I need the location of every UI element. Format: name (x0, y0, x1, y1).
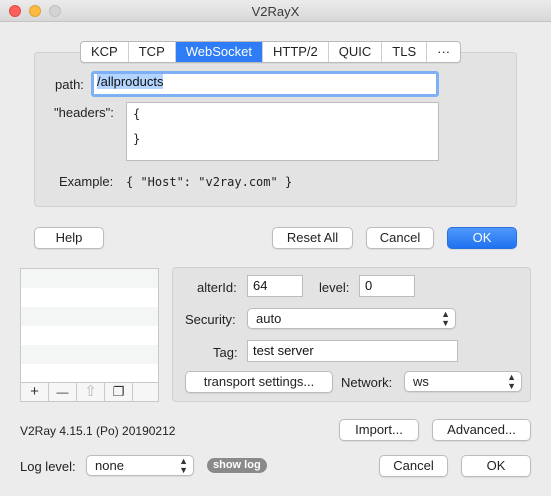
tab-quic[interactable]: QUIC (329, 42, 383, 62)
reset-all-button[interactable]: Reset All (272, 227, 353, 249)
alterid-label: alterId: (197, 280, 237, 295)
network-value: ws (413, 374, 429, 389)
server-list-toolbar: + — ⇧ ❐ (20, 382, 159, 402)
list-item[interactable] (21, 345, 158, 364)
tab-more[interactable]: ··· (427, 42, 460, 62)
tab-tcp[interactable]: TCP (129, 42, 176, 62)
tag-label: Tag: (213, 345, 238, 360)
popup-arrows-icon: ▲ ▼ (507, 371, 516, 391)
tag-input[interactable]: test server (247, 340, 458, 362)
list-item[interactable] (21, 269, 158, 288)
tab-http2[interactable]: HTTP/2 (263, 42, 329, 62)
log-level-value: none (95, 458, 124, 473)
path-label: path: (55, 77, 84, 92)
cancel-button[interactable]: Cancel (379, 455, 448, 477)
advanced-button[interactable]: Advanced... (432, 419, 531, 441)
transport-cancel-button[interactable]: Cancel (366, 227, 434, 249)
version-text: V2Ray 4.15.1 (Po) 20190212 (20, 424, 176, 438)
example-label: Example: (59, 174, 114, 189)
show-log-button[interactable]: show log (207, 458, 267, 473)
popup-arrows-icon: ▲ ▼ (441, 308, 450, 328)
security-value: auto (256, 311, 282, 326)
ok-button[interactable]: OK (461, 455, 531, 477)
tab-kcp[interactable]: KCP (81, 42, 129, 62)
list-item[interactable] (21, 307, 158, 326)
path-value: /allproducts (97, 74, 164, 89)
headers-line-close: } (133, 132, 141, 146)
tab-websocket[interactable]: WebSocket (175, 42, 263, 62)
duplicate-icon[interactable]: ❐ (105, 383, 133, 401)
window-title: V2RayX (251, 4, 300, 19)
level-input[interactable]: 0 (359, 275, 415, 297)
import-button[interactable]: Import... (339, 419, 419, 441)
example-value: { "Host": "v2ray.com" } (126, 175, 293, 189)
list-item[interactable] (21, 326, 158, 345)
popup-arrows-icon: ▲ ▼ (179, 455, 188, 475)
network-label: Network: (341, 375, 393, 390)
headers-label: "headers": (54, 105, 114, 120)
add-server-button[interactable]: + (21, 383, 49, 401)
level-label: level: (319, 280, 350, 295)
headers-line-open: { (133, 107, 141, 121)
security-select[interactable]: auto ▲ ▼ (247, 308, 456, 329)
tab-tls[interactable]: TLS (382, 42, 428, 62)
path-input[interactable]: /allproducts (91, 71, 439, 97)
log-level-label: Log level: (20, 459, 76, 474)
remove-server-button[interactable]: — (49, 383, 77, 401)
share-icon[interactable]: ⇧ (77, 383, 105, 401)
help-button[interactable]: Help (34, 227, 104, 249)
headers-textarea[interactable]: { } (126, 102, 439, 161)
log-level-select[interactable]: none ▲ ▼ (86, 455, 194, 476)
transport-tabs: KCP TCP WebSocket HTTP/2 QUIC TLS ··· (80, 41, 462, 63)
transport-ok-button[interactable]: OK (447, 227, 517, 249)
network-select[interactable]: ws ▲ ▼ (404, 371, 522, 392)
title-bar: V2RayX (0, 0, 551, 22)
security-label: Security: (185, 312, 236, 327)
alterid-input[interactable]: 64 (247, 275, 303, 297)
list-item[interactable] (21, 288, 158, 307)
transport-settings-button[interactable]: transport settings... (185, 371, 333, 393)
list-item[interactable] (21, 364, 158, 383)
